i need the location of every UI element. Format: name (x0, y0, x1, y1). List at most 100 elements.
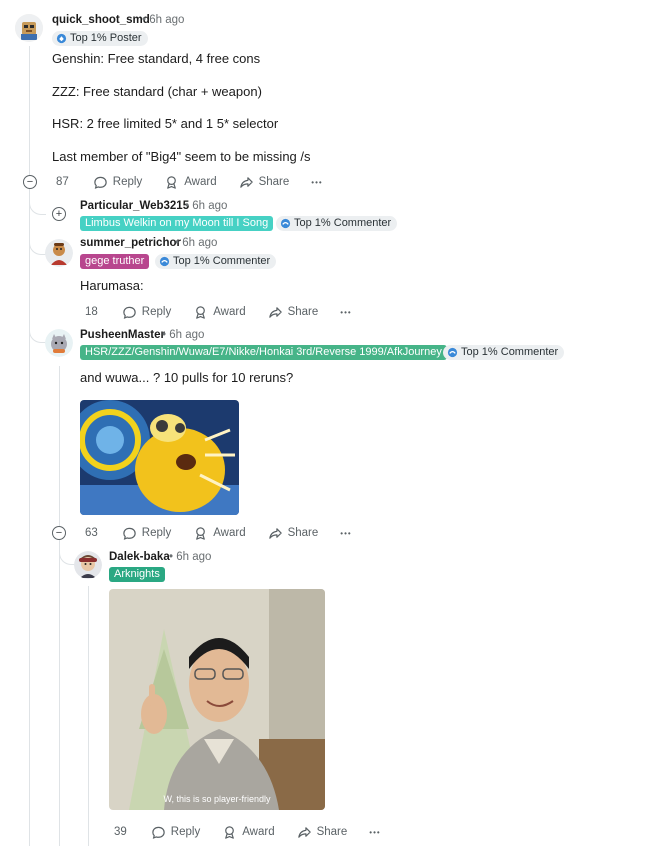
thread-line-root[interactable] (29, 46, 30, 846)
more-options-button[interactable]: ••• (369, 828, 380, 837)
timestamp: 6h ago (149, 14, 185, 26)
badge-label: Top 1% Commenter (294, 217, 392, 229)
username[interactable]: PusheenMaster (80, 329, 165, 341)
vote-count: 87 (56, 176, 69, 188)
user-flair: gege truther (80, 254, 150, 269)
comment-body-line: Genshin: Free standard, 4 free cons (52, 51, 261, 66)
timestamp: 6h ago (182, 237, 218, 249)
reply-label: Reply (170, 826, 201, 838)
reply-label: Reply (141, 306, 172, 318)
reply-button[interactable]: Reply (93, 175, 142, 190)
timestamp: 6h ago (192, 200, 228, 212)
username[interactable]: Particular_Web3215 (80, 200, 189, 212)
share-button[interactable]: Share (268, 526, 319, 541)
separator-dot: • (169, 551, 174, 563)
award-label: Award (184, 176, 217, 188)
more-icon: ••• (340, 307, 352, 317)
comment-body-line: HSR: 2 free limited 5* and 1 5* selector (52, 116, 279, 131)
award-button[interactable]: Award (164, 175, 217, 190)
more-options-button[interactable]: ••• (340, 529, 351, 538)
thread-line-child[interactable] (59, 540, 60, 846)
award-icon (196, 526, 206, 540)
reply-icon (123, 306, 136, 319)
comment-body-line: Last member of "Big4" seem to be missing… (52, 149, 311, 164)
avatar[interactable] (74, 551, 102, 579)
share-button[interactable]: Share (239, 175, 290, 190)
vote-count: 18 (85, 306, 98, 318)
badge-label: Top 1% Poster (70, 32, 142, 44)
separator-dot: • (162, 329, 167, 341)
award-icon (225, 825, 235, 839)
award-icon (196, 305, 206, 319)
award-button[interactable]: Award (193, 526, 246, 541)
comment-body: Harumasa: (80, 278, 144, 293)
achievement-icon (56, 33, 67, 44)
comment-actions: 18 Reply Award Share ••• (79, 302, 374, 322)
comment-time: • 6h ago (169, 551, 211, 563)
vote-control: 87 (50, 176, 75, 188)
thread-line-grandchild[interactable] (88, 586, 89, 846)
expand-toggle[interactable]: + (52, 207, 66, 221)
more-options-button[interactable]: ••• (340, 308, 351, 317)
comment-body-line: ZZZ: Free standard (char + weapon) (52, 84, 262, 99)
award-button[interactable]: Award (193, 305, 246, 320)
share-icon (268, 527, 282, 539)
share-button[interactable]: Share (268, 305, 319, 320)
badge-label: Top 1% Commenter (461, 346, 559, 358)
share-label: Share (316, 826, 348, 838)
comment-time: • 6h ago (142, 14, 184, 26)
comment-actions: 63 Reply Award Share ••• (79, 523, 374, 543)
reply-button[interactable]: Reply (151, 825, 200, 840)
more-options-button[interactable]: ••• (311, 178, 322, 187)
reply-button[interactable]: Reply (122, 526, 171, 541)
reply-button[interactable]: Reply (122, 305, 171, 320)
share-label: Share (287, 306, 319, 318)
reply-icon (123, 527, 136, 540)
gif-image[interactable] (80, 400, 239, 515)
comment-body: and wuwa... ? 10 pulls for 10 reruns? (80, 370, 294, 385)
username[interactable]: quick_shoot_smd (52, 14, 150, 26)
share-icon (239, 176, 253, 188)
timestamp: 6h ago (169, 329, 205, 341)
share-label: Share (287, 527, 319, 539)
award-label: Award (213, 527, 246, 539)
award-button[interactable]: Award (222, 825, 275, 840)
video-caption: W, this is so player-friendly (163, 794, 271, 804)
more-icon: ••• (369, 827, 381, 837)
collapse-toggle[interactable]: − (52, 526, 66, 540)
comment-time: • 6h ago (175, 237, 217, 249)
badge-label: Top 1% Commenter (173, 255, 271, 267)
collapse-toggle[interactable]: − (23, 175, 37, 189)
gif-image[interactable]: W, this is so player-friendly (109, 589, 325, 810)
share-button[interactable]: Share (297, 825, 348, 840)
more-icon: ••• (340, 528, 352, 538)
user-flair: HSR/ZZZ/Genshin/Wuwa/E7/Nikke/Honkai 3rd… (80, 345, 447, 360)
more-icon: ••• (311, 177, 323, 187)
status-badge: Top 1% Commenter (443, 345, 565, 360)
timestamp: 6h ago (176, 551, 212, 563)
achievement-icon (159, 256, 170, 267)
award-label: Award (242, 826, 275, 838)
reply-label: Reply (141, 527, 172, 539)
achievement-icon (447, 347, 458, 358)
award-label: Award (213, 306, 246, 318)
status-badge: Top 1% Poster (52, 31, 148, 46)
separator-dot: • (142, 14, 147, 26)
thread-elbow (29, 190, 46, 215)
comment-actions: 39 Reply Award Share ••• (108, 822, 403, 842)
username[interactable]: Dalek-baka (109, 551, 170, 563)
reply-icon (94, 176, 107, 189)
status-badge: Top 1% Commenter (276, 216, 398, 231)
vote-control: 63 (79, 527, 104, 539)
vote-control: 18 (79, 306, 104, 318)
avatar[interactable] (15, 14, 43, 42)
username[interactable]: summer_petrichor (80, 237, 181, 249)
award-icon (167, 175, 177, 189)
avatar[interactable] (45, 329, 73, 357)
thread-line-child[interactable] (59, 366, 60, 526)
comment-time: • 6h ago (185, 200, 227, 212)
avatar[interactable] (45, 239, 73, 267)
separator-dot: • (185, 200, 190, 212)
user-flair: Arknights (109, 567, 165, 582)
share-label: Share (258, 176, 290, 188)
